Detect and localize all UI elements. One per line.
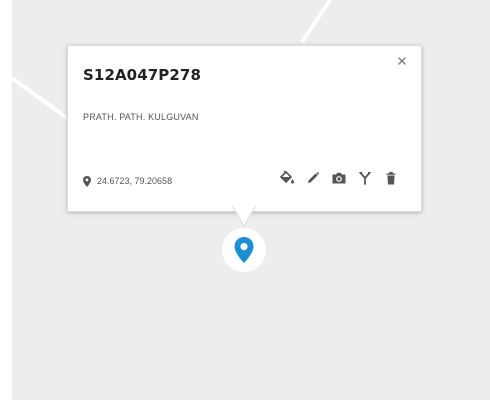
popup-pointer	[231, 205, 257, 227]
camera-icon[interactable]	[331, 170, 347, 186]
popup-subtitle: PRATH. PATH. KULGUVAN	[83, 112, 199, 122]
trash-icon[interactable]	[383, 170, 399, 186]
pencil-icon[interactable]	[305, 170, 321, 186]
road-segment	[12, 76, 72, 122]
popup-title: S12A047P278	[83, 66, 202, 84]
paint-bucket-icon[interactable]	[279, 170, 295, 186]
coordinates-text: 24.6723, 79.20658	[97, 176, 173, 186]
location-pin-icon	[83, 175, 91, 187]
action-toolbar	[279, 169, 399, 187]
map-marker-icon[interactable]	[233, 236, 255, 264]
info-popup: S12A047P278 PRATH. PATH. KULGUVAN 24.672…	[67, 45, 422, 212]
fork-icon[interactable]	[357, 170, 373, 186]
close-icon[interactable]	[395, 54, 409, 68]
coordinates-row: 24.6723, 79.20658	[83, 174, 172, 188]
road-segment	[300, 0, 332, 44]
marker-circle	[222, 228, 266, 272]
